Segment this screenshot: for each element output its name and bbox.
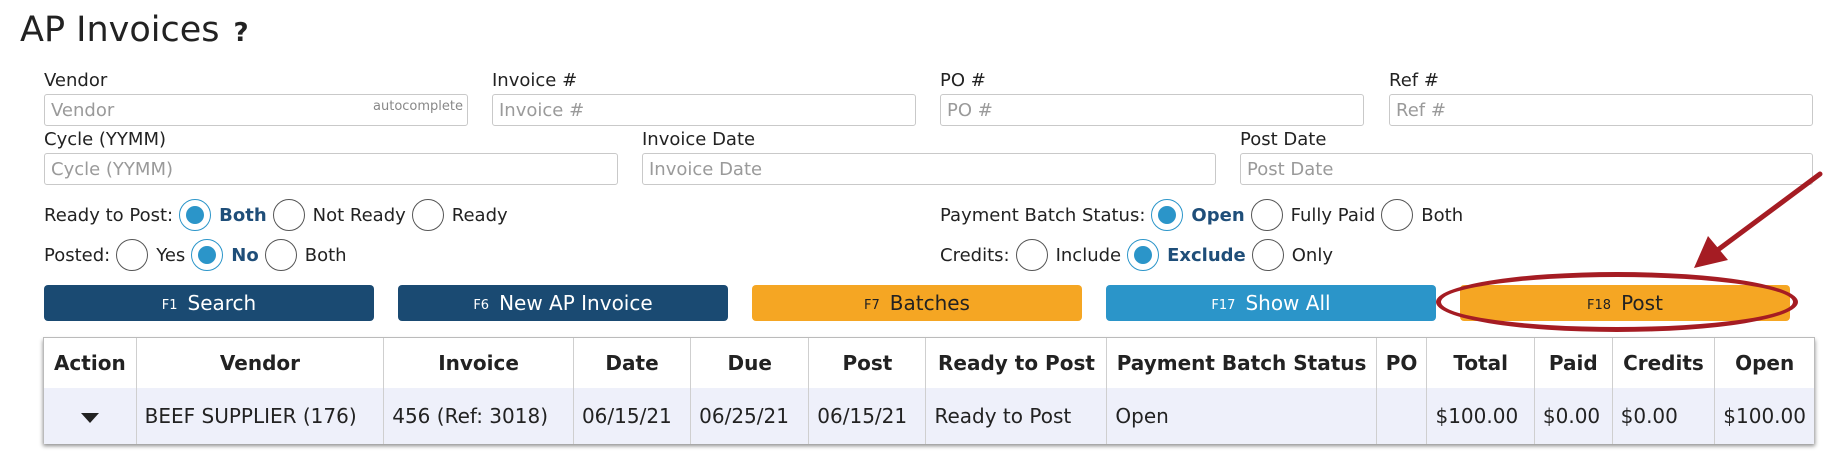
cell-paid: $0.00 (1534, 388, 1613, 444)
posted-group: Posted: Yes No Both (44, 235, 353, 275)
ready-to-post-not-ready[interactable]: Not Ready (272, 199, 406, 231)
ref-label: Ref # (1389, 70, 1439, 91)
cell-po (1376, 388, 1428, 444)
radio-icon (1381, 199, 1414, 231)
radio-icon (1250, 199, 1283, 231)
payment-batch-status-group: Payment Batch Status: Open Fully Paid Bo… (940, 195, 1469, 235)
new-invoice-shortcut: F6 (473, 297, 490, 313)
cycle-field: Cycle (YYMM) (44, 129, 618, 185)
page-title: AP Invoices ? (20, 10, 249, 50)
po-label: PO # (940, 70, 986, 91)
batches-shortcut: F7 (864, 297, 880, 313)
credits-exclude[interactable]: Exclude (1127, 239, 1246, 271)
cell-due: 06/25/21 (690, 388, 810, 444)
col-open: Open (1735, 351, 1795, 375)
ready-to-post-label: Ready to Post: (44, 204, 174, 226)
posted-yes[interactable]: Yes (116, 239, 185, 271)
row-action-cell[interactable] (44, 388, 137, 444)
radio-icon (1251, 239, 1284, 271)
cell-invoice: 456 (Ref: 3018) (383, 388, 574, 444)
radio-icon (179, 199, 212, 231)
invoice-label: Invoice # (492, 70, 578, 91)
payment-batch-status-label: Payment Batch Status: (940, 204, 1146, 226)
radio-icon (1127, 239, 1160, 271)
col-post: Post (808, 338, 927, 388)
posted-no[interactable]: No (191, 239, 259, 271)
show-all-shortcut: F17 (1211, 297, 1236, 313)
radio-icon (264, 239, 297, 271)
post-date-label: Post Date (1240, 129, 1327, 150)
col-ready-to-post: Ready to Post (925, 338, 1108, 388)
radio-icon (191, 239, 224, 271)
caret-down-icon[interactable] (80, 413, 99, 423)
ref-field: Ref # (1389, 70, 1813, 126)
col-due: Due (690, 338, 810, 388)
ready-to-post-ready[interactable]: Ready (411, 199, 508, 231)
col-vendor: Vendor (136, 338, 385, 388)
payment-status-both[interactable]: Both (1381, 199, 1463, 231)
col-total: Total (1426, 338, 1535, 388)
cycle-label: Cycle (YYMM) (44, 129, 167, 150)
po-input[interactable] (941, 95, 1363, 125)
col-action: Action (44, 338, 137, 388)
batches-label: Batches (889, 291, 970, 315)
cell-open: $100.00 (1714, 388, 1814, 444)
col-date: Date (573, 338, 692, 388)
invoice-date-label: Invoice Date (642, 129, 756, 150)
invoice-input[interactable] (493, 95, 915, 125)
table-header-row: Action Vendor Invoice Date Due Post Read… (44, 338, 1814, 388)
po-field: PO # (940, 70, 1364, 126)
cell-date: 06/15/21 (573, 388, 692, 444)
new-ap-invoice-button[interactable]: F6 New AP Invoice (398, 285, 728, 321)
vendor-label: Vendor (44, 70, 108, 91)
autocomplete-hint: autocomplete (373, 99, 463, 114)
credits-include[interactable]: Include (1015, 239, 1121, 271)
invoice-date-input[interactable] (643, 154, 1215, 184)
help-icon[interactable]: ? (234, 18, 249, 48)
show-all-label: Show All (1245, 291, 1331, 315)
search-button[interactable]: F1 Search (44, 285, 374, 321)
ready-to-post-both[interactable]: Both (179, 199, 267, 231)
col-po: PO (1376, 338, 1428, 388)
col-invoice: Invoice (383, 338, 574, 388)
radio-icon (411, 199, 444, 231)
invoice-field: Invoice # (492, 70, 916, 126)
batches-button[interactable]: F7 Batches (752, 285, 1082, 321)
radio-icon (1015, 239, 1048, 271)
search-label: Search (187, 291, 257, 315)
posted-label: Posted: (44, 244, 111, 266)
invoice-date-field: Invoice Date (642, 129, 1216, 185)
cycle-input[interactable] (45, 154, 617, 184)
radio-icon (1151, 199, 1184, 231)
ref-input[interactable] (1390, 95, 1812, 125)
col-credits: Credits (1612, 338, 1716, 388)
cell-credits: $0.00 (1612, 388, 1716, 444)
credits-label: Credits: (940, 244, 1010, 266)
credits-only[interactable]: Only (1251, 239, 1333, 271)
cell-payment-batch-status: Open (1106, 388, 1377, 444)
cell-vendor: BEEF SUPPLIER (176) (136, 388, 385, 444)
new-invoice-label: New AP Invoice (499, 291, 653, 315)
col-paid: Paid (1534, 338, 1613, 388)
vendor-field: Vendor autocomplete (44, 70, 468, 126)
search-shortcut: F1 (161, 297, 178, 313)
table-row[interactable]: BEEF SUPPLIER (176) 456 (Ref: 3018) 06/1… (44, 388, 1814, 444)
radio-icon (272, 199, 305, 231)
show-all-button[interactable]: F17 Show All (1106, 285, 1436, 321)
credits-group: Credits: Include Exclude Only (940, 235, 1339, 275)
radio-icon (116, 239, 149, 271)
invoice-table: Action Vendor Invoice Date Due Post Read… (43, 337, 1815, 444)
cell-total: $100.00 (1426, 388, 1535, 444)
cell-post: 06/15/21 (808, 388, 927, 444)
payment-status-open[interactable]: Open (1151, 199, 1245, 231)
ready-to-post-group: Ready to Post: Both Not Ready Ready (44, 195, 514, 235)
page-title-text: AP Invoices (20, 10, 220, 50)
posted-both[interactable]: Both (264, 239, 347, 271)
col-payment-batch-status: Payment Batch Status (1106, 338, 1377, 388)
annotation-arrow-icon (1694, 171, 1823, 268)
cell-ready-to-post: Ready to Post (925, 388, 1108, 444)
payment-status-fully-paid[interactable]: Fully Paid (1250, 199, 1375, 231)
annotation-circle (1436, 272, 1798, 332)
